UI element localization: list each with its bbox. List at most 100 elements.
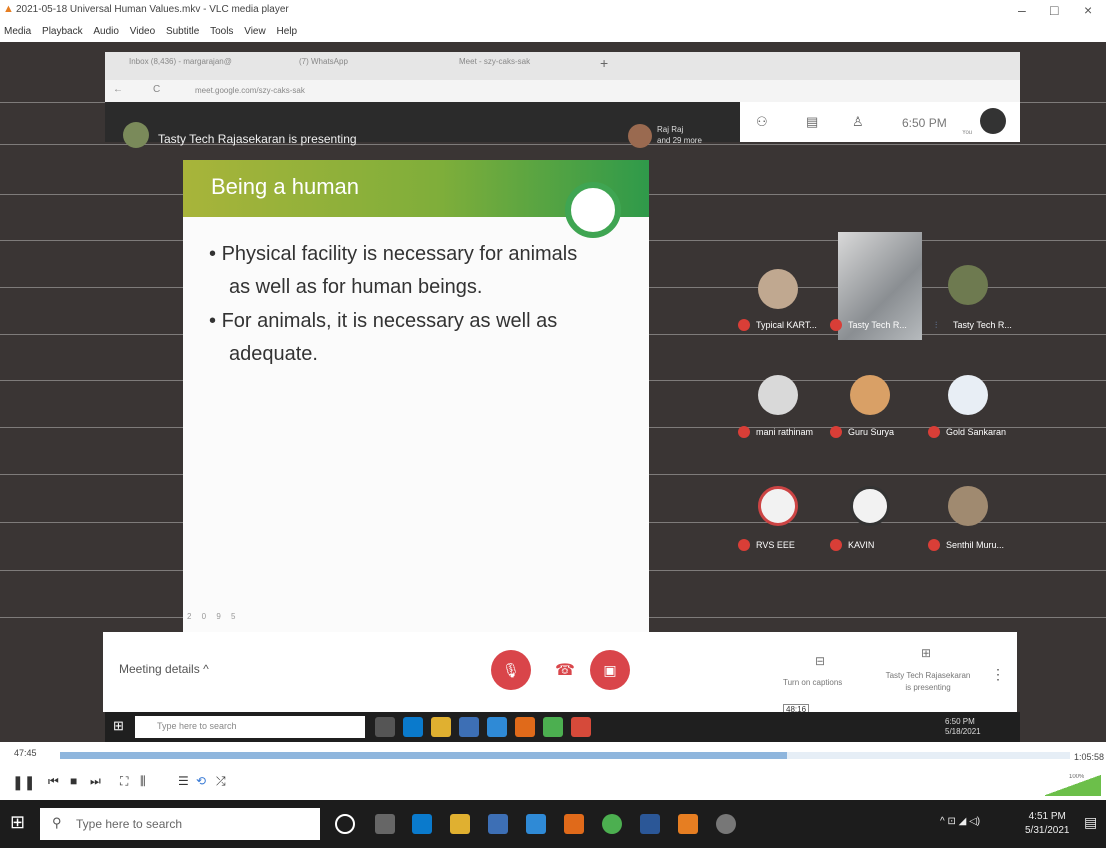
- previous-icon[interactable]: ⏮: [48, 774, 59, 789]
- maximize-icon[interactable]: □: [1050, 2, 1058, 18]
- meet-controls-top: ⚇ ▤ ♙ 6:50 PM You: [740, 102, 1020, 142]
- participant-name: KAVIN: [830, 538, 920, 552]
- presentation-slide: Being a human • Physical facility is nec…: [183, 160, 649, 635]
- back-icon[interactable]: ←: [113, 84, 123, 95]
- chat-icon[interactable]: ▤: [806, 114, 818, 130]
- avatar: [850, 486, 890, 526]
- minimize-icon[interactable]: –: [1018, 2, 1026, 18]
- word-icon[interactable]: [640, 814, 660, 834]
- avatar: [948, 375, 988, 415]
- menu-subtitle[interactable]: Subtitle: [162, 22, 203, 37]
- system-tray-icons[interactable]: ^ ⊡ ◢ ◁): [940, 816, 980, 827]
- close-icon[interactable]: ×: [1084, 2, 1092, 18]
- mic-toggle-button[interactable]: 🎙: [491, 650, 531, 690]
- menu-view[interactable]: View: [240, 22, 270, 37]
- vlc-cone-icon: ▲: [3, 3, 14, 15]
- avatar: [758, 269, 798, 309]
- address-bar[interactable]: ← C meet.google.com/szy-caks-sak: [105, 80, 1020, 102]
- menu-video[interactable]: Video: [126, 22, 159, 37]
- tab-meet[interactable]: Meet - szy-caks-sak: [445, 57, 565, 75]
- next-icon[interactable]: ⏭: [90, 774, 101, 789]
- vlc-controls: 47:45 1:05:58 ❚❚ ⏮ ■ ⏭ ⛶ ⫼ ☰ ⟲ ⤮ 100%: [0, 742, 1106, 800]
- windows-start-icon[interactable]: ⊞: [10, 812, 25, 833]
- avatar: [850, 375, 890, 415]
- presenting-status[interactable]: Tasty Tech Rajasekaran is presenting: [878, 670, 978, 694]
- camera-toggle-button[interactable]: ▣: [590, 650, 630, 690]
- mic-off-icon: [738, 426, 750, 438]
- participant-name: Guru Surya: [830, 425, 920, 439]
- seek-bar[interactable]: [60, 752, 1070, 759]
- menu-tools[interactable]: Tools: [206, 22, 237, 37]
- menu-audio[interactable]: Audio: [89, 22, 123, 37]
- url-text: meet.google.com/szy-caks-sak: [195, 86, 305, 95]
- menu-media[interactable]: Media: [0, 22, 35, 37]
- file-explorer-icon[interactable]: [450, 814, 470, 834]
- store-icon[interactable]: [488, 814, 508, 834]
- slide-title: Being a human: [211, 174, 359, 199]
- shuffle-icon[interactable]: ⤮: [216, 774, 226, 789]
- windows-taskbar: ⊞ ⚲ Type here to search ^ ⊡ ◢ ◁) 4:51 PM…: [0, 800, 1106, 848]
- mail-icon[interactable]: [526, 814, 546, 834]
- self-avatar: [980, 108, 1006, 134]
- video-area[interactable]: Inbox (8,436) - margarajan@ (7) WhatsApp…: [0, 42, 1106, 742]
- chrome-tab-strip: Inbox (8,436) - margarajan@ (7) WhatsApp…: [105, 52, 1020, 80]
- loop-icon[interactable]: ⟲: [196, 774, 206, 788]
- menu-playback[interactable]: Playback: [38, 22, 87, 37]
- activities-icon[interactable]: ♙: [852, 114, 864, 130]
- tab-inbox[interactable]: Inbox (8,436) - margarajan@: [115, 57, 275, 75]
- elapsed-time: 47:45: [14, 748, 37, 758]
- captions-label[interactable]: Turn on captions: [783, 678, 842, 687]
- notification-icon[interactable]: ▤: [1084, 814, 1097, 831]
- reload-icon[interactable]: C: [153, 84, 160, 95]
- search-icon: ⚲: [52, 815, 62, 830]
- stop-icon[interactable]: ■: [70, 774, 77, 788]
- edge-icon[interactable]: [412, 814, 432, 834]
- seek-bar-fill: [60, 752, 788, 759]
- firefox-icon[interactable]: [564, 814, 584, 834]
- people-icon[interactable]: ⚇: [756, 114, 768, 130]
- captions-icon[interactable]: ⊟: [815, 654, 825, 668]
- new-tab-icon[interactable]: +: [600, 55, 608, 71]
- pause-icon[interactable]: ❚❚: [12, 774, 35, 791]
- task-view-icon[interactable]: [375, 814, 395, 834]
- chevron-up-icon: ^: [203, 662, 209, 676]
- meeting-details-button[interactable]: Meeting details ^: [119, 662, 209, 676]
- presenter-avatar: [123, 122, 149, 148]
- avatar: [758, 375, 798, 415]
- meet-clock: 6:50 PM: [902, 116, 947, 130]
- participant-name: RVS EEE: [738, 538, 828, 552]
- vlc-menu-bar: Media Playback Audio Video Subtitle Tool…: [0, 22, 1106, 42]
- recorded-search-box: Type here to search: [135, 716, 365, 738]
- fullscreen-icon[interactable]: ⛶: [120, 774, 128, 789]
- participant-name: Gold Sankaran: [928, 425, 1018, 439]
- volume-slider[interactable]: 100%: [1045, 774, 1101, 796]
- participants-summary[interactable]: Raj Raj and 29 more: [657, 124, 702, 146]
- mic-off-icon: [928, 426, 940, 438]
- recorded-taskbar: ⊞ Type here to search 6:50 PM 5/18/2021: [105, 712, 1020, 742]
- speaking-icon: ⫶: [935, 320, 938, 330]
- search-box[interactable]: ⚲ Type here to search: [40, 808, 320, 840]
- more-options-icon[interactable]: ⋮: [991, 666, 1005, 683]
- raj-avatar: [628, 124, 652, 148]
- extended-settings-icon[interactable]: ⫼: [140, 774, 146, 789]
- taskbar-clock[interactable]: 4:51 PM 5/31/2021: [1025, 810, 1070, 838]
- present-icon[interactable]: ⊞: [921, 646, 931, 660]
- cortana-icon[interactable]: [335, 814, 355, 834]
- mic-off-icon: [830, 319, 842, 331]
- windows-start-icon: ⊞: [113, 718, 124, 733]
- participant-name: ⫶ Tasty Tech R...: [935, 320, 1012, 330]
- mic-off-icon: [830, 426, 842, 438]
- participant-name: Senthil Muru...: [928, 538, 1018, 552]
- end-call-icon[interactable]: ☎: [555, 660, 575, 680]
- participant-name: mani rathinam: [738, 425, 828, 439]
- mic-off-icon: [738, 539, 750, 551]
- vlc-icon[interactable]: [678, 814, 698, 834]
- app-icon[interactable]: [716, 814, 736, 834]
- tab-whatsapp[interactable]: (7) WhatsApp: [285, 57, 425, 75]
- chrome-icon[interactable]: [602, 814, 622, 834]
- playlist-icon[interactable]: ☰: [178, 774, 189, 788]
- menu-help[interactable]: Help: [273, 22, 302, 37]
- recorded-clock: 6:50 PM 5/18/2021: [945, 717, 981, 736]
- recorded-taskbar-icons: [375, 716, 605, 738]
- slide-footer: 2 0 9 5: [187, 612, 240, 621]
